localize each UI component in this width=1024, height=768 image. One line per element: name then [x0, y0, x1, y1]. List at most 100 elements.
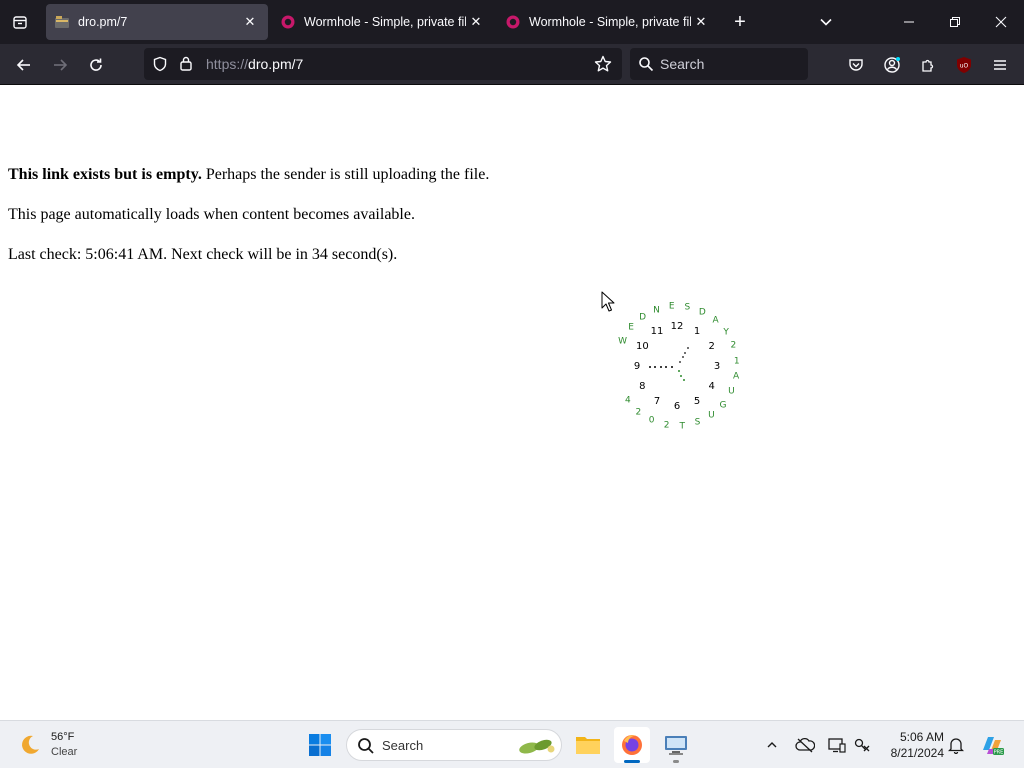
minimize-icon[interactable]	[895, 8, 923, 36]
back-arrow-icon[interactable]	[11, 52, 37, 78]
clock-minute-hand-dot	[678, 361, 681, 364]
weather-condition: Clear	[51, 746, 78, 758]
search-icon	[638, 56, 654, 77]
clock-minute-hand-dot	[687, 346, 689, 349]
clock-date-letter: U	[728, 386, 735, 397]
clock-number: 8	[639, 381, 646, 392]
tab-dro-pm[interactable]: dro.pm/7 ✕	[46, 4, 268, 40]
clock-date-letter: 0	[648, 415, 655, 426]
tab-wormhole-2[interactable]: Wormhole - Simple, private file ✕	[497, 4, 719, 40]
close-window-icon[interactable]	[987, 8, 1015, 36]
clock-number: 11	[650, 326, 664, 338]
weather-widget[interactable]: 56°F Clear	[18, 729, 98, 761]
lock-icon[interactable]	[179, 55, 193, 77]
tab-wormhole-1[interactable]: Wormhole - Simple, private file ✕	[272, 4, 494, 40]
clock-number: 5	[693, 395, 701, 407]
mouse-pointer-icon	[601, 291, 615, 318]
clock-hour-hand-dot	[654, 366, 656, 368]
clock-hour-hand-dot	[665, 366, 667, 368]
clock-date-letter: W	[618, 336, 628, 347]
tab-title: Wormhole - Simple, private file	[529, 15, 691, 29]
account-icon[interactable]	[879, 52, 905, 78]
empty-link-detail: Perhaps the sender is still uploading th…	[201, 166, 490, 183]
clock-second-hand-dot	[680, 374, 683, 377]
address-bar[interactable]: https://dro.pm/7	[144, 48, 622, 80]
clock-hour-hand-dot	[659, 366, 662, 368]
pocket-icon[interactable]	[843, 52, 869, 78]
clock-hour-hand-dot	[648, 366, 651, 368]
tracking-protection-shield-icon[interactable]	[152, 56, 168, 77]
clock-date-letter: 2	[635, 407, 642, 418]
active-app-indicator	[624, 760, 640, 763]
taskbar-search-box[interactable]: Search	[346, 729, 562, 761]
search-icon	[357, 737, 375, 760]
clock-date-letter: S	[684, 302, 691, 313]
browser-tab-bar: dro.pm/7 ✕ Wormhole - Simple, private fi…	[0, 0, 1024, 44]
close-tab-icon[interactable]: ✕	[240, 12, 260, 32]
chevron-down-icon[interactable]	[814, 10, 838, 34]
clock-number: 1	[693, 326, 701, 338]
clock-number: 3	[713, 361, 721, 372]
clock-date-letter: A	[732, 371, 740, 382]
windows-taskbar: 56°F Clear Search 5:06 AM 8/21/2024 PRE	[0, 720, 1024, 768]
empty-link-heading: This link exists but is empty.	[8, 166, 202, 183]
clock-date-letter: D	[639, 312, 647, 323]
clock-minute-hand-dot	[681, 356, 684, 359]
restore-icon[interactable]	[941, 8, 969, 36]
tab-title: Wormhole - Simple, private file	[304, 15, 466, 29]
clock-number: 9	[633, 361, 641, 372]
file-explorer-icon[interactable]	[570, 727, 606, 763]
clock-minute-hand-dot	[684, 351, 687, 354]
onedrive-offline-icon[interactable]	[793, 733, 817, 757]
extension-badge: uO	[960, 63, 969, 70]
url-text[interactable]: https://dro.pm/7	[206, 56, 303, 72]
clock-date-letter: Y	[723, 327, 729, 338]
system-clock[interactable]: 5:06 AM 8/21/2024	[880, 729, 944, 761]
search-placeholder: Search	[660, 56, 705, 72]
extensions-puzzle-icon[interactable]	[915, 52, 941, 78]
remote-desktop-icon[interactable]	[658, 727, 694, 763]
menu-hamburger-icon[interactable]	[987, 52, 1013, 78]
reload-icon[interactable]	[83, 52, 109, 78]
clock-date-letter: 4	[624, 395, 631, 406]
clock-date-letter: A	[712, 315, 719, 326]
clock-date-letter: D	[698, 307, 706, 318]
windows-start-icon[interactable]	[302, 727, 338, 763]
bookmark-star-icon[interactable]	[594, 55, 612, 78]
wormhole-icon	[505, 14, 521, 30]
firefox-taskbar-icon[interactable]	[614, 727, 650, 763]
clock-hour-hand-dot	[670, 366, 673, 368]
close-tab-icon[interactable]: ✕	[466, 12, 486, 32]
url-host: dro.pm/7	[248, 56, 304, 72]
clock-number: 12	[670, 321, 684, 332]
chevron-up-icon[interactable]	[760, 733, 784, 757]
search-bar[interactable]: Search	[630, 48, 808, 80]
last-check-status: Last check: 5:06:41 AM. Next check will …	[8, 246, 398, 263]
clock-date-letter: S	[694, 417, 701, 428]
clock-date-letter: N	[653, 305, 660, 316]
search-highlight-image-icon	[515, 735, 557, 762]
notification-bell-icon[interactable]	[944, 733, 968, 757]
close-tab-icon[interactable]: ✕	[691, 12, 711, 32]
folder-stack-icon	[54, 14, 70, 30]
clock-date-letter: 1	[733, 356, 740, 367]
firefox-view-icon[interactable]	[6, 8, 34, 36]
new-tab-plus-icon[interactable]: +	[728, 10, 752, 34]
clock-date-letter: E	[668, 301, 675, 312]
network-volume-icon[interactable]	[850, 733, 874, 757]
empty-link-message: This link exists but is empty. Perhaps t…	[8, 166, 489, 184]
clock-number: 6	[673, 401, 681, 412]
clock-date-letter: 2	[730, 340, 737, 351]
copilot-icon[interactable]: PRE	[978, 731, 1006, 759]
forward-arrow-icon[interactable]	[47, 52, 73, 78]
system-time: 5:06 AM	[899, 730, 944, 744]
tab-title: dro.pm/7	[78, 15, 128, 29]
wormhole-icon	[280, 14, 296, 30]
date-clock-widget: 12 1 2 3 4 5 6 7 8 9 10 11 W E D N E S D A Y 2 1 A U G U S T 2 0 2 4	[602, 297, 752, 447]
display-monitor-icon[interactable]	[825, 733, 849, 757]
ublock-origin-icon[interactable]: uO	[951, 52, 977, 78]
clock-date-letter: G	[719, 400, 727, 411]
svg-text:PRE: PRE	[994, 750, 1004, 756]
clock-second-hand-dot	[678, 370, 681, 373]
clock-second-hand-dot	[682, 379, 685, 382]
